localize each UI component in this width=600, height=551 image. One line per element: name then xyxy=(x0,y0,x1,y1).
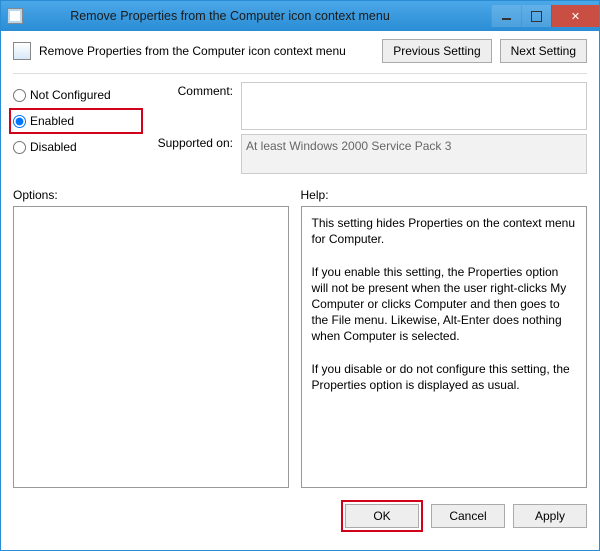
dialog-content: Remove Properties from the Computer icon… xyxy=(1,31,599,542)
next-setting-button[interactable]: Next Setting xyxy=(500,39,587,63)
comment-column: Comment: Supported on: xyxy=(143,82,587,174)
footer-row: OK Cancel Apply xyxy=(13,500,587,532)
comment-field[interactable] xyxy=(241,82,587,130)
options-panel xyxy=(13,206,289,488)
supported-on-label: Supported on: xyxy=(143,134,233,150)
ok-button[interactable]: OK xyxy=(345,504,419,528)
radio-not-configured[interactable]: Not Configured xyxy=(13,84,143,106)
previous-setting-button[interactable]: Previous Setting xyxy=(382,39,491,63)
help-panel: This setting hides Properties on the con… xyxy=(301,206,587,488)
policy-title: Remove Properties from the Computer icon… xyxy=(39,44,374,58)
radio-disabled[interactable]: Disabled xyxy=(13,136,143,158)
comment-label: Comment: xyxy=(143,82,233,98)
radio-not-configured-label: Not Configured xyxy=(30,88,111,102)
title-bar: Remove Properties from the Computer icon… xyxy=(1,1,599,31)
radio-disabled-input[interactable] xyxy=(13,141,26,154)
ok-highlight: OK xyxy=(341,500,423,532)
minimize-button[interactable] xyxy=(491,5,521,27)
cancel-button[interactable]: Cancel xyxy=(431,504,505,528)
enabled-highlight: Enabled xyxy=(9,108,143,134)
state-radios: Not Configured Enabled Disabled xyxy=(13,82,143,174)
radio-enabled-input[interactable] xyxy=(13,115,26,128)
radio-enabled[interactable]: Enabled xyxy=(13,110,137,132)
maximize-button[interactable] xyxy=(521,5,551,27)
radio-not-configured-input[interactable] xyxy=(13,89,26,102)
help-label: Help: xyxy=(301,188,587,202)
close-button[interactable] xyxy=(551,5,599,27)
separator xyxy=(13,73,587,74)
mid-row: Options: Help: This setting hides Proper… xyxy=(13,188,587,488)
apply-button[interactable]: Apply xyxy=(513,504,587,528)
header-row: Remove Properties from the Computer icon… xyxy=(13,39,587,63)
config-row: Not Configured Enabled Disabled Comment:… xyxy=(13,82,587,174)
window-controls xyxy=(491,5,599,27)
window-title: Remove Properties from the Computer icon… xyxy=(0,9,491,23)
options-label: Options: xyxy=(13,188,289,202)
supported-on-field xyxy=(241,134,587,174)
radio-enabled-label: Enabled xyxy=(30,114,74,128)
policy-icon xyxy=(13,42,31,60)
radio-disabled-label: Disabled xyxy=(30,140,77,154)
